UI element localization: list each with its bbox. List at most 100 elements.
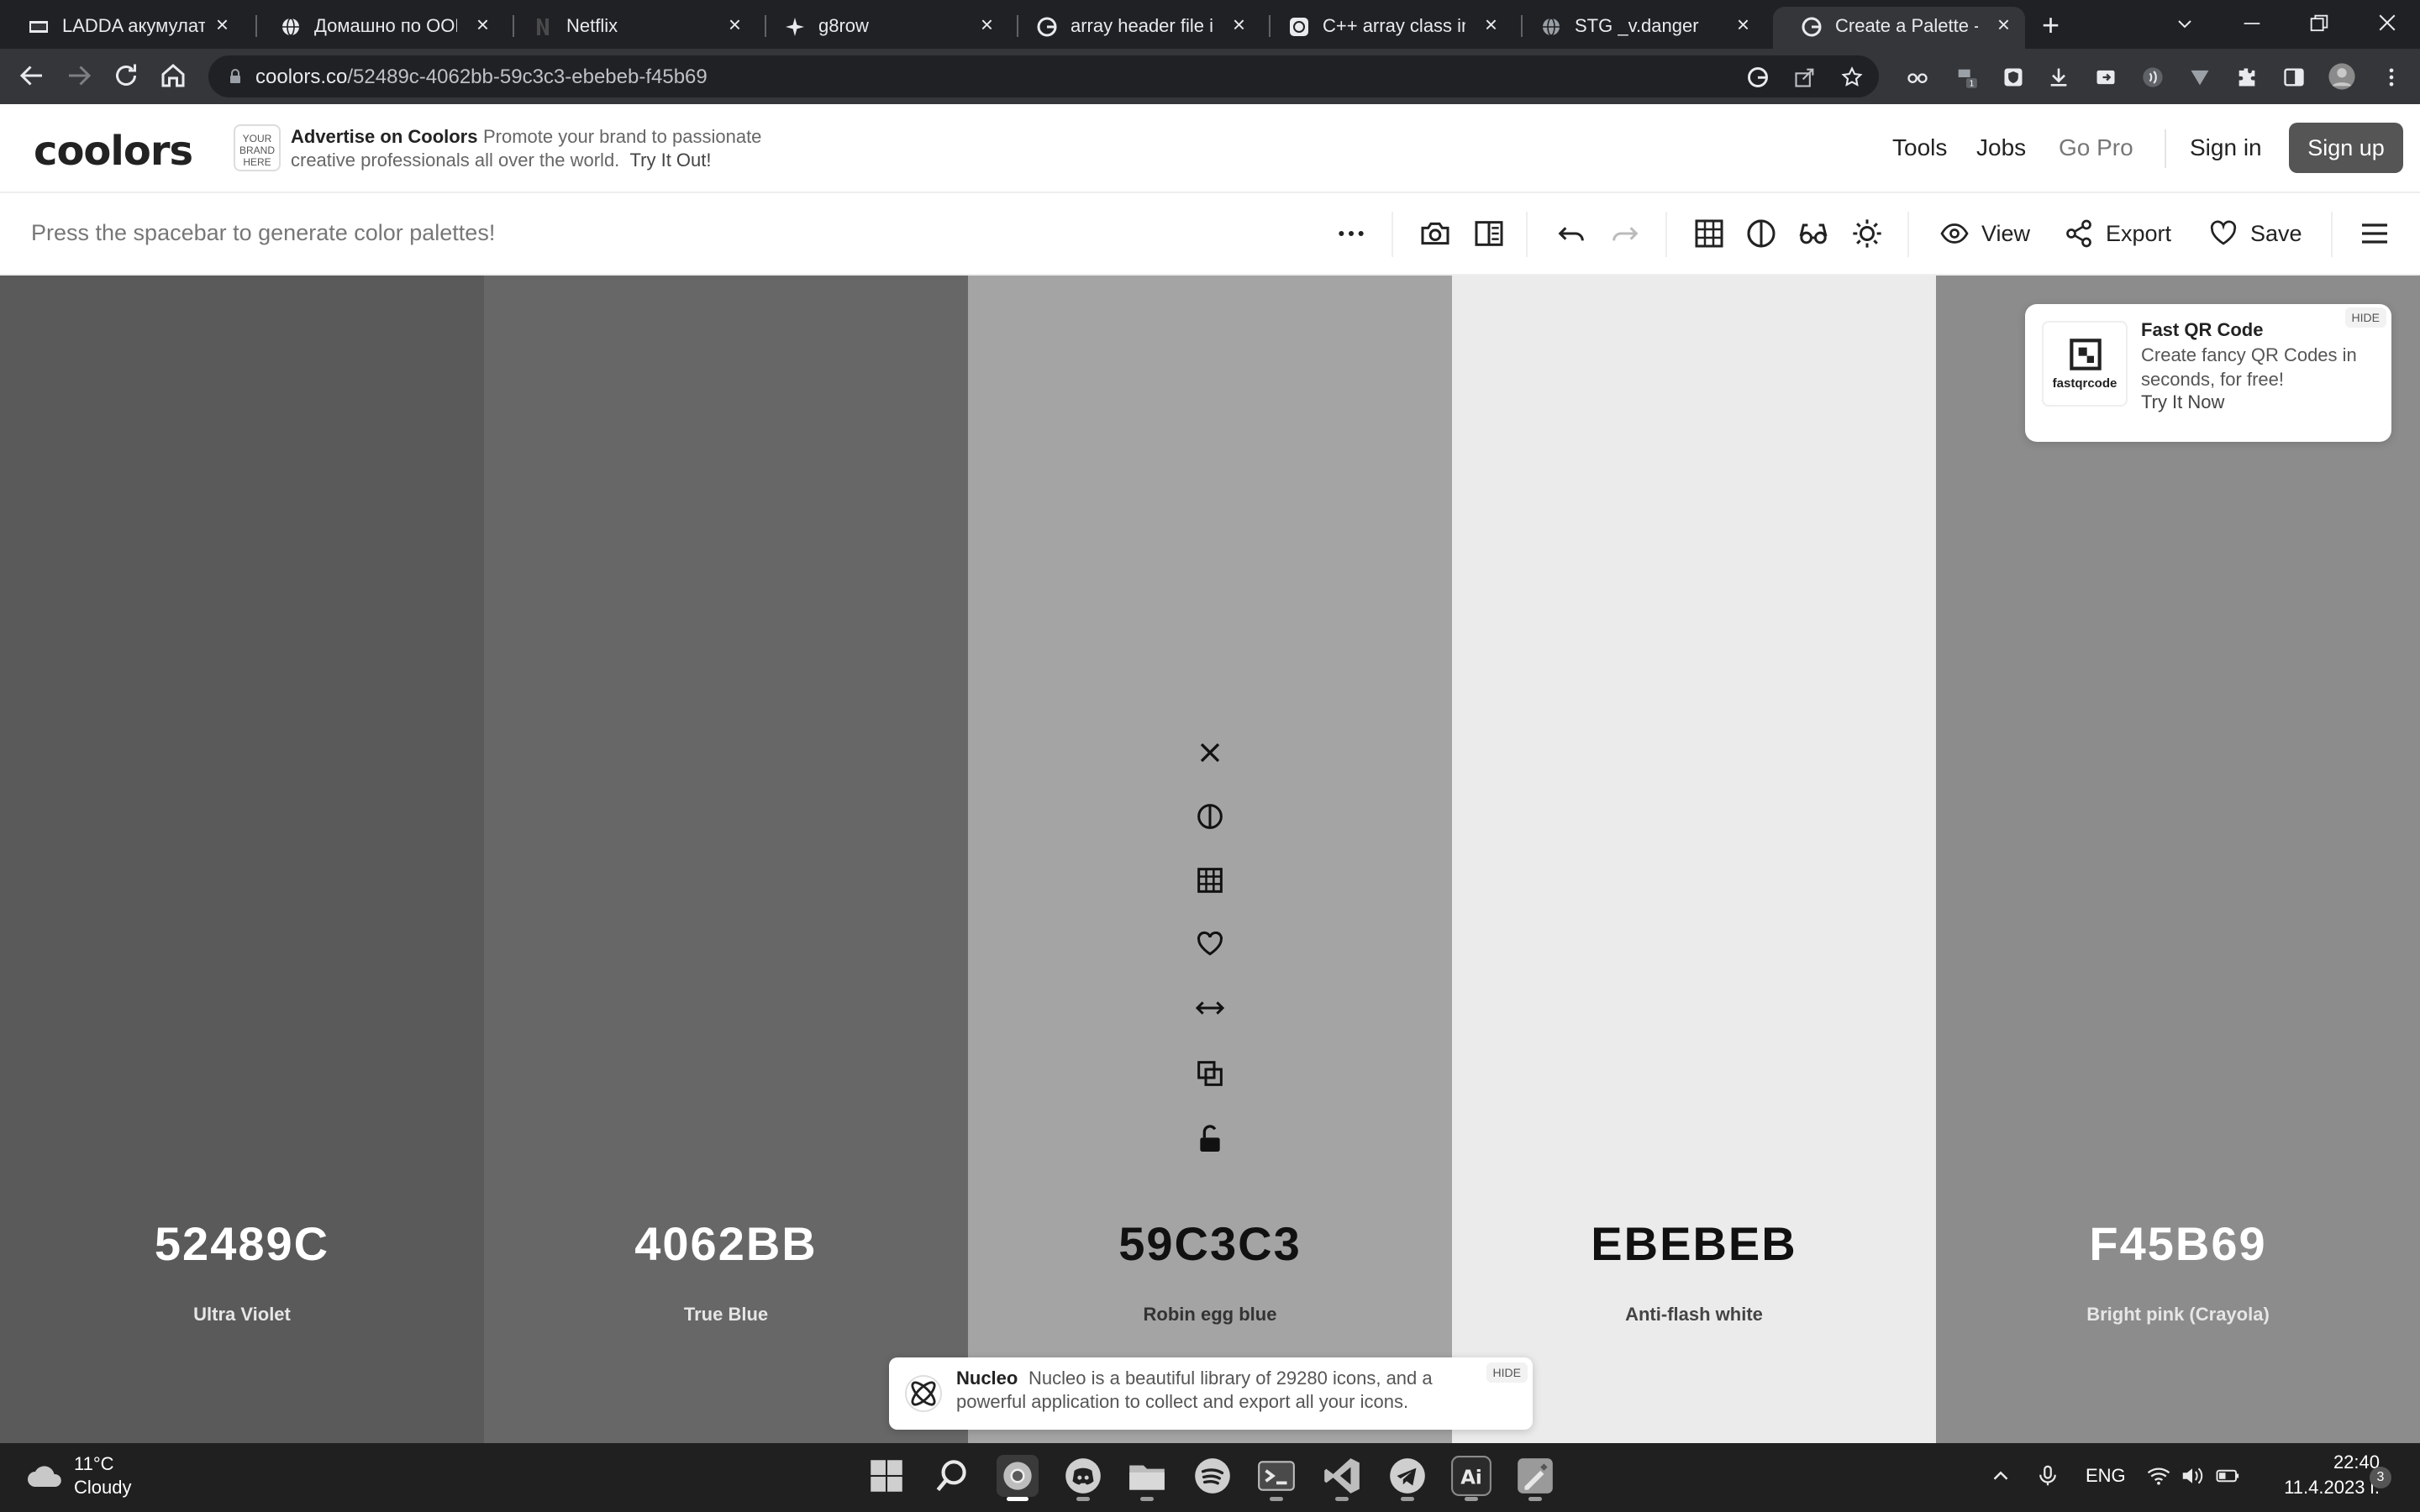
google-lens-icon[interactable] — [1746, 66, 1770, 89]
copy-hex-icon[interactable] — [1193, 1057, 1227, 1090]
browser-tab[interactable]: Домашно по ООП × — [252, 7, 513, 44]
reload-icon[interactable] — [111, 60, 141, 91]
nucleo-ad-card[interactable]: Nucleo Nucleo is a beautiful library of … — [889, 1357, 1533, 1430]
tab-close-icon[interactable]: × — [216, 13, 229, 35]
nav-jobs-link[interactable]: Jobs — [1976, 134, 2026, 161]
weather-temperature[interactable]: 11°C — [74, 1453, 114, 1475]
taskbar-terminal-app[interactable] — [1255, 1455, 1297, 1501]
shield-extension-icon[interactable] — [2002, 66, 2025, 89]
wifi-icon[interactable] — [2146, 1463, 2171, 1488]
url-text[interactable]: coolors.co/52489c-4062bb-59c3c3-ebebeb-f… — [255, 66, 708, 89]
swatch-hex[interactable]: 52489C — [0, 1216, 484, 1271]
coolors-logo[interactable]: coolors — [34, 128, 193, 175]
browser-tab[interactable]: g8row × — [756, 7, 1017, 44]
browser-tab[interactable]: Netflix × — [504, 7, 765, 44]
drag-arrows-icon[interactable] — [1193, 991, 1227, 1025]
swatch-hex[interactable]: F45B69 — [1936, 1216, 2420, 1271]
color-swatch[interactable]: 4062BB True Blue — [484, 276, 968, 1443]
back-arrow-icon[interactable] — [17, 60, 47, 91]
tab-close-icon[interactable]: × — [476, 13, 489, 35]
nav-gopro-link[interactable]: Go Pro — [2059, 134, 2133, 161]
export-button[interactable]: Export — [2064, 217, 2171, 250]
swatch-hex[interactable]: 4062BB — [484, 1216, 968, 1271]
sign-in-link[interactable]: Sign in — [2190, 134, 2262, 161]
lock-open-icon[interactable] — [1193, 1122, 1227, 1156]
qr-ad-cta[interactable]: Try It Now — [2141, 391, 2224, 413]
camera-icon[interactable] — [1418, 217, 1452, 250]
forward-arrow-icon[interactable] — [64, 60, 94, 91]
weather-condition[interactable]: Cloudy — [74, 1477, 131, 1499]
tab-close-icon[interactable]: × — [1485, 13, 1497, 35]
split-view-icon[interactable] — [1472, 217, 1506, 250]
taskbar-paint-app[interactable] — [1514, 1455, 1556, 1501]
taskbar-vscode-app[interactable] — [1321, 1455, 1363, 1501]
swatch-name[interactable]: Ultra Violet — [0, 1304, 484, 1326]
tab-close-icon[interactable]: × — [1233, 13, 1245, 35]
browser-tab[interactable]: array header file in c × — [1008, 7, 1269, 44]
tab-close-icon[interactable]: × — [1997, 13, 2010, 35]
ublock-extension-icon[interactable]: 1 — [1954, 66, 1978, 89]
shades-contrast-icon[interactable] — [1193, 800, 1227, 833]
address-bar[interactable]: coolors.co/52489c-4062bb-59c3c3-ebebeb-f… — [208, 55, 1879, 97]
battery-icon[interactable] — [2215, 1463, 2240, 1488]
screenshot-extension-icon[interactable] — [2094, 66, 2118, 89]
redo-icon[interactable] — [1608, 217, 1642, 250]
color-swatch[interactable]: 52489C Ultra Violet — [0, 276, 484, 1443]
cloud-weather-icon[interactable] — [25, 1462, 66, 1492]
view-shades-grid-icon[interactable] — [1193, 864, 1227, 897]
close-window-icon[interactable] — [2375, 10, 2400, 35]
swatch-name[interactable]: Anti-flash white — [1452, 1304, 1936, 1326]
taskbar-telegram-app[interactable] — [1386, 1455, 1428, 1501]
tab-close-icon[interactable]: × — [729, 13, 741, 35]
microphone-icon[interactable] — [2035, 1463, 2060, 1488]
show-hidden-icons-chevron-icon[interactable] — [1988, 1463, 2013, 1488]
qr-ad-title[interactable]: Fast QR Code — [2141, 319, 2263, 341]
browser-tab-active[interactable]: Create a Palette - Coolors × — [1773, 7, 2025, 49]
undo-icon[interactable] — [1555, 217, 1588, 250]
nucleo-ad-hide-button[interactable]: HIDE — [1486, 1362, 1528, 1383]
extensions-puzzle-icon[interactable] — [2235, 66, 2259, 89]
side-panel-icon[interactable] — [2282, 66, 2306, 89]
minimize-icon[interactable] — [2240, 12, 2264, 35]
share-icon[interactable] — [1793, 66, 1817, 89]
sign-up-button[interactable]: Sign up — [2289, 123, 2403, 173]
vpn-extension-icon[interactable] — [2188, 66, 2212, 89]
browser-tab[interactable]: STG _v.danger × — [1512, 7, 1773, 44]
taskbar-chrome-app[interactable] — [997, 1455, 1039, 1501]
download-icon[interactable] — [2047, 66, 2070, 89]
hamburger-menu-icon[interactable] — [2358, 217, 2391, 250]
volume-icon[interactable] — [2180, 1463, 2205, 1488]
taskbar-illustrator-app[interactable]: Ai — [1450, 1455, 1492, 1501]
tab-close-icon[interactable]: × — [1737, 13, 1749, 35]
clock-date[interactable]: 11.4.2023 г. — [2260, 1477, 2380, 1499]
swatch-hex[interactable]: EBEBEB — [1452, 1216, 1936, 1271]
fastqrcode-logo[interactable]: fastqrcode — [2042, 321, 2128, 407]
browser-tab[interactable]: C++ array class impl × — [1260, 7, 1521, 44]
audio-extension-icon[interactable] — [2141, 66, 2165, 89]
qr-ad-hide-button[interactable]: HIDE — [2344, 307, 2386, 328]
profile-avatar-icon[interactable] — [2328, 62, 2356, 91]
favorite-heart-icon[interactable] — [1193, 927, 1227, 961]
more-options-icon[interactable] — [1334, 217, 1368, 250]
nav-tools-link[interactable]: Tools — [1892, 134, 1947, 161]
taskbar-file-explorer-app[interactable] — [1126, 1455, 1168, 1501]
taskbar-discord-app[interactable] — [1062, 1455, 1104, 1501]
home-icon[interactable] — [158, 60, 188, 91]
nucleo-ad-title[interactable]: Nucleo — [956, 1368, 1018, 1389]
remove-color-icon[interactable] — [1193, 736, 1227, 769]
browser-tab[interactable]: LADDA акумулатори × — [0, 7, 252, 44]
start-button[interactable] — [865, 1455, 908, 1497]
contrast-icon[interactable] — [1744, 217, 1778, 250]
color-blindness-glasses-icon[interactable] — [1797, 217, 1830, 250]
input-language[interactable]: ENG — [2086, 1465, 2126, 1487]
swatch-name[interactable]: True Blue — [484, 1304, 968, 1326]
tab-close-icon[interactable]: × — [981, 13, 993, 35]
chrome-menu-icon[interactable] — [2380, 66, 2403, 89]
taskbar-spotify-app[interactable] — [1192, 1455, 1234, 1497]
tab-search-chevron-icon[interactable] — [2175, 13, 2195, 34]
restore-icon[interactable] — [2307, 12, 2331, 35]
reader-glasses-icon[interactable] — [1906, 66, 1929, 89]
qr-ad-card[interactable]: fastqrcode Fast QR Code Create fancy QR … — [2025, 304, 2391, 442]
ad-brand-placeholder[interactable]: YOUR BRAND HERE — [234, 124, 281, 171]
grid-icon[interactable] — [1692, 217, 1726, 250]
